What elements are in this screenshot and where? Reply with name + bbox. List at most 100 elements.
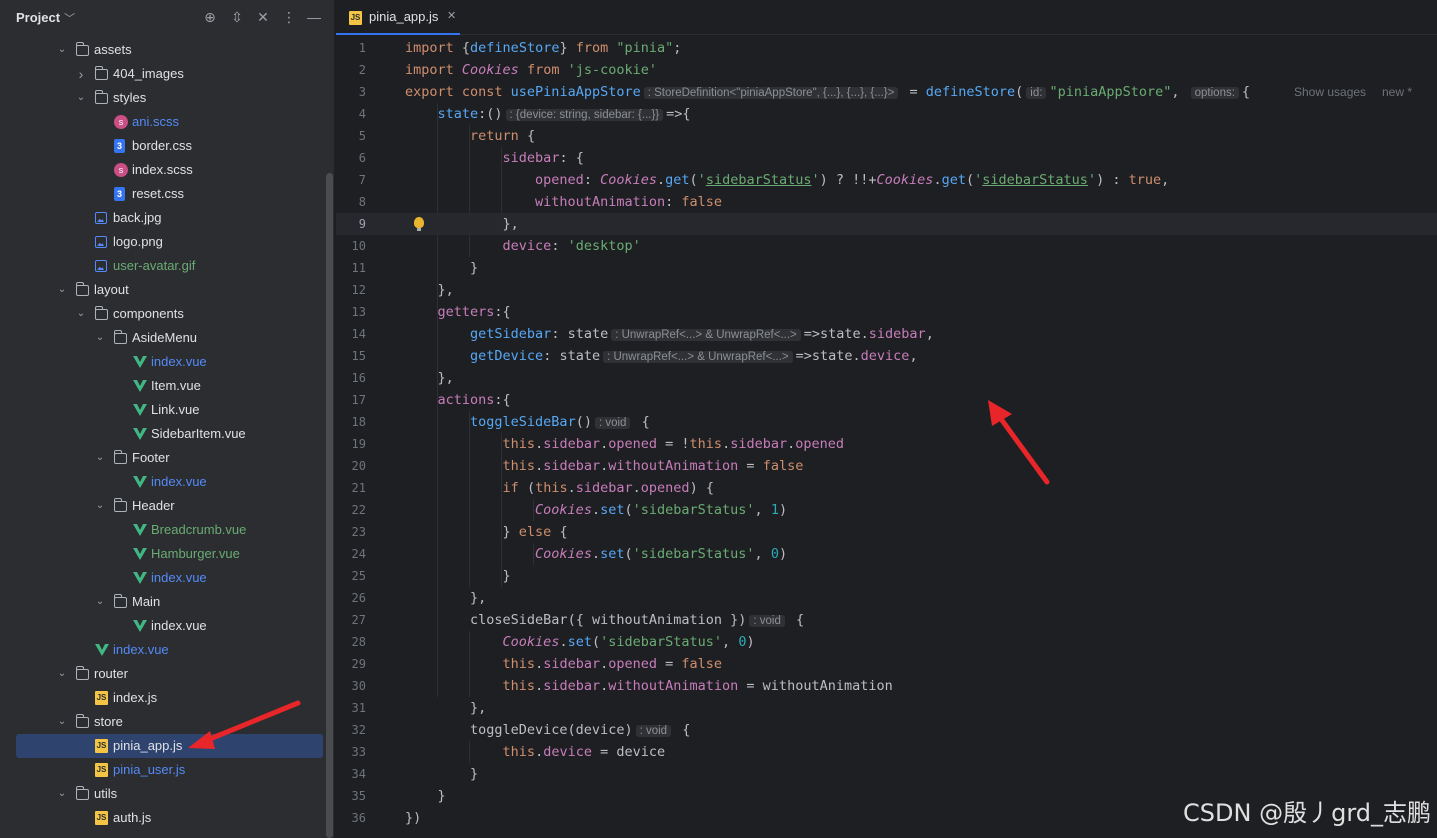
project-view-selector[interactable]: Project ﹀ <box>16 10 75 26</box>
code-text: getDevice: state: UnwrapRef<...> & Unwra… <box>405 345 918 368</box>
code-line[interactable]: 7 opened: Cookies.get('sidebarStatus') ?… <box>336 169 1437 191</box>
code-text: return { <box>405 125 535 147</box>
code-line[interactable]: 18 toggleSideBar(): void { <box>336 411 1437 433</box>
code-line[interactable]: 30 this.sidebar.withoutAnimation = witho… <box>336 675 1437 697</box>
code-line[interactable]: 21 if (this.sidebar.opened) { <box>336 477 1437 499</box>
tree-item-label: Link.vue <box>151 402 200 417</box>
tree-file[interactable]: SidebarItem.vue <box>0 422 323 446</box>
close-icon[interactable]: ✕ <box>447 9 456 22</box>
code-line[interactable]: 22 Cookies.set('sidebarStatus', 1) <box>336 499 1437 521</box>
tree-file[interactable]: s index.scss <box>0 158 323 182</box>
tree-file[interactable]: Item.vue <box>0 374 323 398</box>
tree-folder[interactable]: ⌄ layout <box>0 278 323 302</box>
tree-file[interactable]: back.jpg <box>0 206 323 230</box>
chevron-down-icon[interactable]: ⌄ <box>94 446 106 470</box>
tree-folder[interactable]: ⌄ components <box>0 302 323 326</box>
chevron-down-icon[interactable]: ⌄ <box>94 590 106 614</box>
expand-all-icon[interactable]: ⇳ <box>229 9 245 25</box>
code-line[interactable]: 8 withoutAnimation: false <box>336 191 1437 213</box>
tree-file[interactable]: logo.png <box>0 230 323 254</box>
code-line[interactable]: 12 }, <box>336 279 1437 301</box>
tree-file[interactable]: 3 border.css <box>0 134 323 158</box>
collapse-all-icon[interactable]: ✕ <box>255 9 271 25</box>
code-line[interactable]: 28 Cookies.set('sidebarStatus', 0) <box>336 631 1437 653</box>
code-line[interactable]: 6 sidebar: { <box>336 147 1437 169</box>
chevron-down-icon[interactable]: ⌄ <box>56 38 68 62</box>
code-line[interactable]: 17 actions:{ <box>336 389 1437 411</box>
code-line[interactable]: 24 Cookies.set('sidebarStatus', 0) <box>336 543 1437 565</box>
chevron-down-icon[interactable]: ⌄ <box>56 782 68 806</box>
code-line[interactable]: 19 this.sidebar.opened = !this.sidebar.o… <box>336 433 1437 455</box>
tree-folder[interactable]: ⌄ Header <box>0 494 323 518</box>
code-token: 'sidebarStatus' <box>600 634 723 650</box>
hide-icon[interactable]: — <box>306 9 322 25</box>
code-line[interactable]: 33 this.device = device <box>336 741 1437 763</box>
code-line[interactable]: 3 export const usePiniaAppStore: StoreDef… <box>336 81 1437 103</box>
chevron-down-icon[interactable]: ⌄ <box>56 278 68 302</box>
chevron-down-icon[interactable]: ⌄ <box>56 662 68 686</box>
tree-file[interactable]: index.vue <box>0 638 323 662</box>
code-line[interactable]: 13 getters:{ <box>336 301 1437 323</box>
code-token: 'js-cookie' <box>567 62 657 78</box>
code-line[interactable]: 25 } <box>336 565 1437 587</box>
tree-file[interactable]: JS pinia_user.js <box>0 758 323 782</box>
tree-file[interactable]: index.vue <box>0 470 323 494</box>
code-line[interactable]: 15 getDevice: state: UnwrapRef<...> & Un… <box>336 345 1437 367</box>
code-line[interactable]: 14 getSidebar: state: UnwrapRef<...> & U… <box>336 323 1437 345</box>
chevron-right-icon[interactable]: › <box>75 62 87 86</box>
tree-folder[interactable]: › 404_images <box>0 62 323 86</box>
show-usages-hint[interactable]: Show usages <box>1294 81 1366 103</box>
code-line[interactable]: 2 import Cookies from 'js-cookie' <box>336 59 1437 81</box>
tree-file[interactable]: 3 reset.css <box>0 182 323 206</box>
code-line[interactable]: 10 device: 'desktop' <box>336 235 1437 257</box>
code-line[interactable]: 31 }, <box>336 697 1437 719</box>
tree-file[interactable]: index.vue <box>0 566 323 590</box>
tree-file[interactable]: Breadcrumb.vue <box>0 518 323 542</box>
code-line[interactable]: 4 state:(): {device: string, sidebar: {.… <box>336 103 1437 125</box>
line-number: 3 <box>358 85 366 99</box>
chevron-down-icon[interactable]: ⌄ <box>56 710 68 734</box>
code-line[interactable]: 34 } <box>336 763 1437 785</box>
code-token: "piniaAppStore" <box>1049 84 1172 100</box>
code-line[interactable]: 29 this.sidebar.opened = false <box>336 653 1437 675</box>
tree-file[interactable]: user-avatar.gif <box>0 254 323 278</box>
tree-folder[interactable]: ⌄ Main <box>0 590 323 614</box>
sidebar-scrollbar[interactable] <box>326 173 333 838</box>
options-icon[interactable]: ⋮ <box>281 9 297 25</box>
code-line[interactable]: 23 } else { <box>336 521 1437 543</box>
code-line[interactable]: 5 return { <box>336 125 1437 147</box>
code-text: }, <box>405 213 519 235</box>
chevron-down-icon[interactable]: ⌄ <box>75 86 87 110</box>
code-area[interactable]: 1 import {defineStore} from "pinia"; 2 impo… <box>336 37 1437 838</box>
code-line[interactable]: 16 }, <box>336 367 1437 389</box>
code-line[interactable]: 26 }, <box>336 587 1437 609</box>
code-token: }, <box>405 282 454 298</box>
code-line[interactable]: 11 } <box>336 257 1437 279</box>
tree-file[interactable]: index.vue <box>0 614 323 638</box>
chevron-down-icon[interactable]: ⌄ <box>94 326 106 350</box>
code-line[interactable]: 20 this.sidebar.withoutAnimation = false <box>336 455 1437 477</box>
tree-folder[interactable]: ⌄ router <box>0 662 323 686</box>
tab-pinia-app[interactable]: JS pinia_app.js ✕ <box>336 0 460 35</box>
code-line[interactable]: 1 import {defineStore} from "pinia"; <box>336 37 1437 59</box>
tree-folder[interactable]: ⌄ utils <box>0 782 323 806</box>
tree-folder[interactable]: ⌄ AsideMenu <box>0 326 323 350</box>
chevron-down-icon[interactable]: ⌄ <box>94 494 106 518</box>
line-number: 15 <box>351 349 366 363</box>
tree-file[interactable]: index.vue <box>0 350 323 374</box>
chevron-down-icon: ﹀ <box>64 13 76 25</box>
tree-folder[interactable]: ⌄ assets <box>0 38 323 62</box>
code-line[interactable]: 32 toggleDevice(device): void { <box>336 719 1437 741</box>
chevron-down-icon[interactable]: ⌄ <box>75 302 87 326</box>
code-line[interactable]: 9 }, <box>336 213 1437 235</box>
tree-folder[interactable]: ⌄ Footer <box>0 446 323 470</box>
tree-file[interactable]: JS auth.js <box>0 806 323 830</box>
locate-icon[interactable]: ⊕ <box>202 9 218 25</box>
tree-file[interactable]: Link.vue <box>0 398 323 422</box>
code-line[interactable]: 27 closeSideBar({ withoutAnimation }): v… <box>336 609 1437 631</box>
tree-file[interactable]: s ani.scss <box>0 110 323 134</box>
tree-folder[interactable]: ⌄ styles <box>0 86 323 110</box>
tree-file[interactable]: Hamburger.vue <box>0 542 323 566</box>
